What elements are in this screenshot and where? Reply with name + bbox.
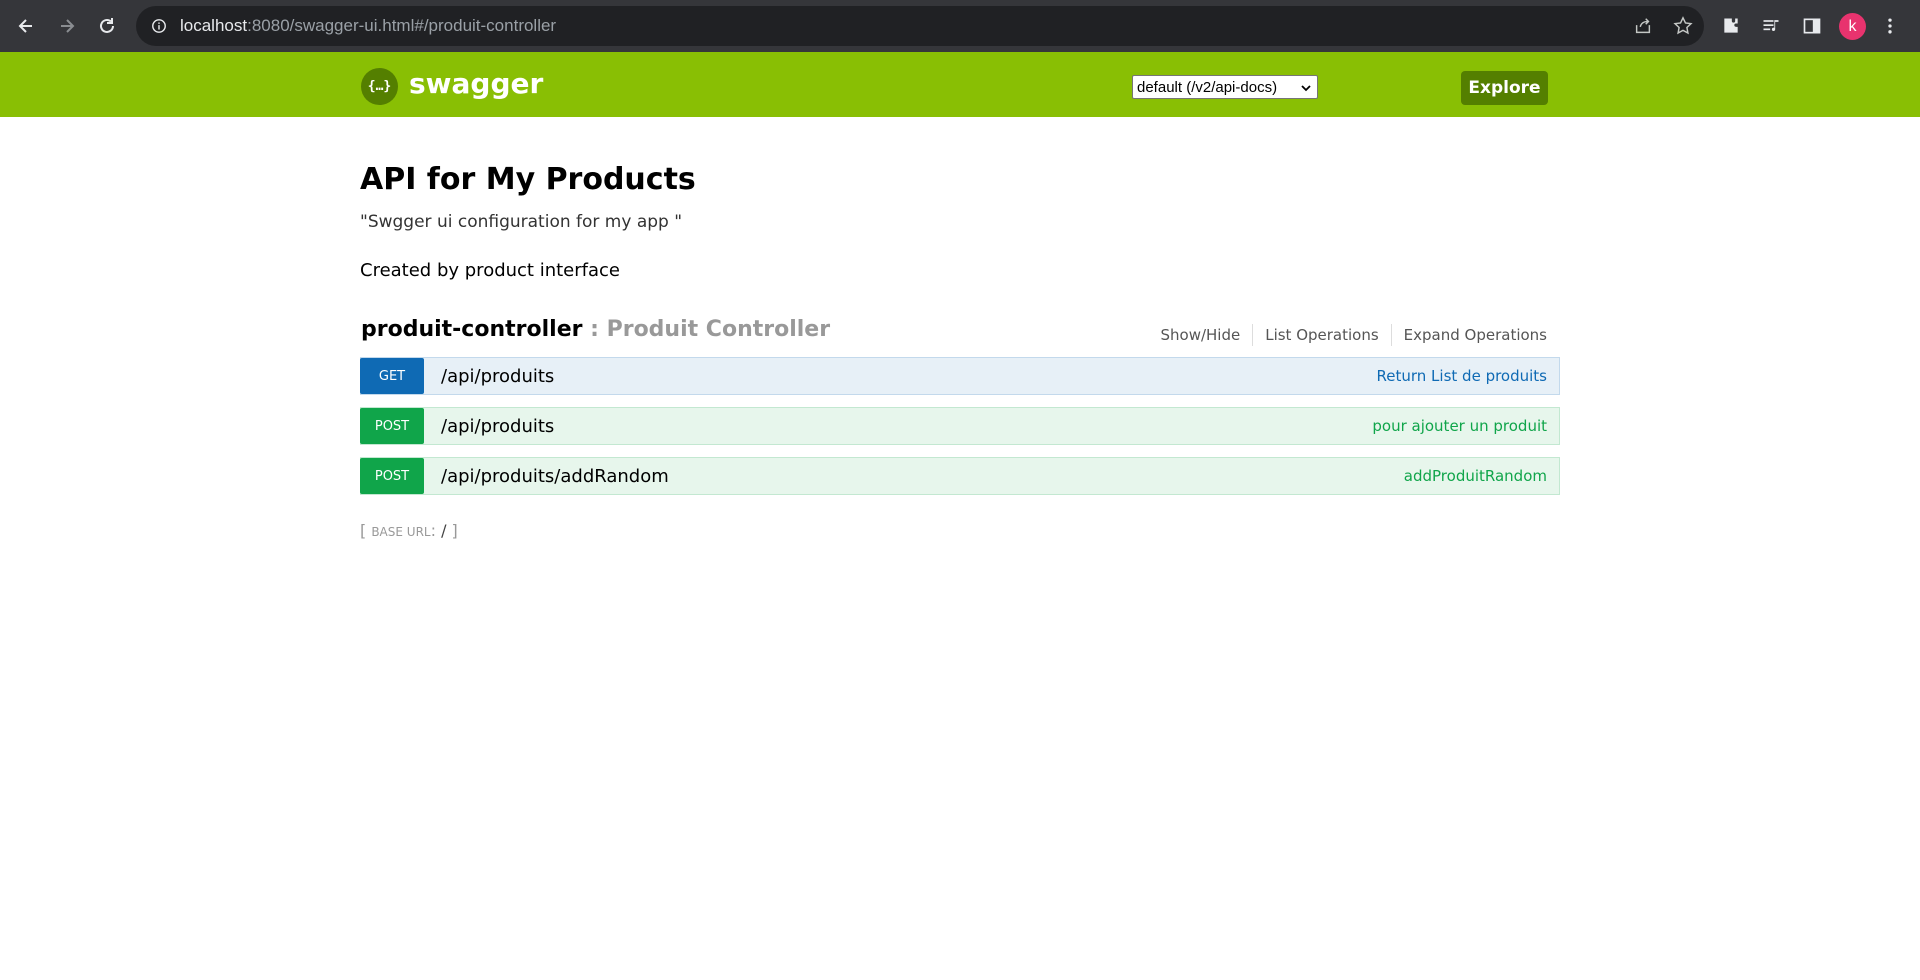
url-text: localhost:8080/swagger-ui.html#/produit-…: [180, 16, 556, 36]
api-created-by: Created by product interface: [360, 260, 620, 281]
list-operations-link[interactable]: List Operations: [1252, 324, 1390, 346]
side-panel-icon[interactable]: [1799, 13, 1825, 39]
arrow-left-icon: [18, 19, 32, 33]
operation-get-produits[interactable]: GET /api/produits Return List de produit…: [360, 357, 1560, 395]
controller-name[interactable]: produit-controller: [361, 317, 582, 342]
menu-kebab-icon[interactable]: [1877, 13, 1903, 39]
controller-description: Produit Controller: [606, 317, 831, 342]
spec-select-value: default (/v2/api-docs): [1137, 78, 1278, 96]
swagger-title[interactable]: swagger: [409, 67, 543, 100]
operation-summary[interactable]: addProduitRandom: [1404, 467, 1547, 485]
share-icon[interactable]: [1632, 15, 1654, 37]
media-queue-icon[interactable]: [1758, 13, 1784, 39]
browser-toolbar: localhost:8080/swagger-ui.html#/produit-…: [0, 0, 1920, 52]
show-hide-link[interactable]: Show/Hide: [1160, 324, 1252, 346]
controller-actions: Show/Hide List Operations Expand Operati…: [1160, 324, 1547, 346]
site-info-icon[interactable]: [150, 17, 168, 35]
base-url-colon: :: [430, 521, 442, 540]
base-url: [ base url: / ]: [360, 521, 458, 540]
url-path: :8080/swagger-ui.html#/produit-controlle…: [247, 16, 557, 35]
chevron-down-icon: [1301, 85, 1311, 92]
method-badge-post[interactable]: POST: [360, 458, 424, 494]
operation-summary[interactable]: pour ajouter un produit: [1372, 417, 1547, 435]
forward-button[interactable]: [51, 10, 83, 42]
explore-button[interactable]: Explore: [1461, 71, 1548, 105]
swagger-logo-icon[interactable]: {…}: [361, 68, 398, 105]
method-badge-get[interactable]: GET: [360, 358, 424, 394]
bookmark-star-icon[interactable]: [1672, 15, 1694, 37]
method-badge-post[interactable]: POST: [360, 408, 424, 444]
spec-select[interactable]: default (/v2/api-docs): [1132, 75, 1318, 99]
base-url-open: [: [360, 521, 372, 540]
profile-avatar[interactable]: k: [1839, 13, 1866, 40]
api-description: "Swgger ui configuration for my app ": [360, 212, 683, 232]
operation-post-add-random[interactable]: POST /api/produits/addRandom addProduitR…: [360, 457, 1560, 495]
reload-icon: [100, 18, 114, 33]
base-url-close: ]: [446, 521, 458, 540]
operation-summary[interactable]: Return List de produits: [1377, 367, 1547, 385]
api-title: API for My Products: [360, 162, 696, 197]
operation-path[interactable]: /api/produits: [441, 366, 554, 387]
arrow-right-icon: [61, 19, 75, 33]
extensions-icon[interactable]: [1718, 13, 1744, 39]
operation-post-produits[interactable]: POST /api/produits pour ajouter un produ…: [360, 407, 1560, 445]
operation-path[interactable]: /api/produits/addRandom: [441, 466, 669, 487]
url-host: localhost: [180, 16, 248, 35]
base-url-label: base url: [371, 525, 431, 539]
reload-button[interactable]: [91, 10, 123, 42]
controller-separator: :: [582, 317, 607, 342]
controller-heading: produit-controller : Produit Controller: [361, 317, 830, 342]
expand-operations-link[interactable]: Expand Operations: [1390, 324, 1547, 346]
address-bar[interactable]: localhost:8080/swagger-ui.html#/produit-…: [136, 6, 1704, 46]
swagger-header: {…} swagger default (/v2/api-docs) Explo…: [0, 52, 1920, 117]
operation-path[interactable]: /api/produits: [441, 416, 554, 437]
back-button[interactable]: [10, 10, 42, 42]
